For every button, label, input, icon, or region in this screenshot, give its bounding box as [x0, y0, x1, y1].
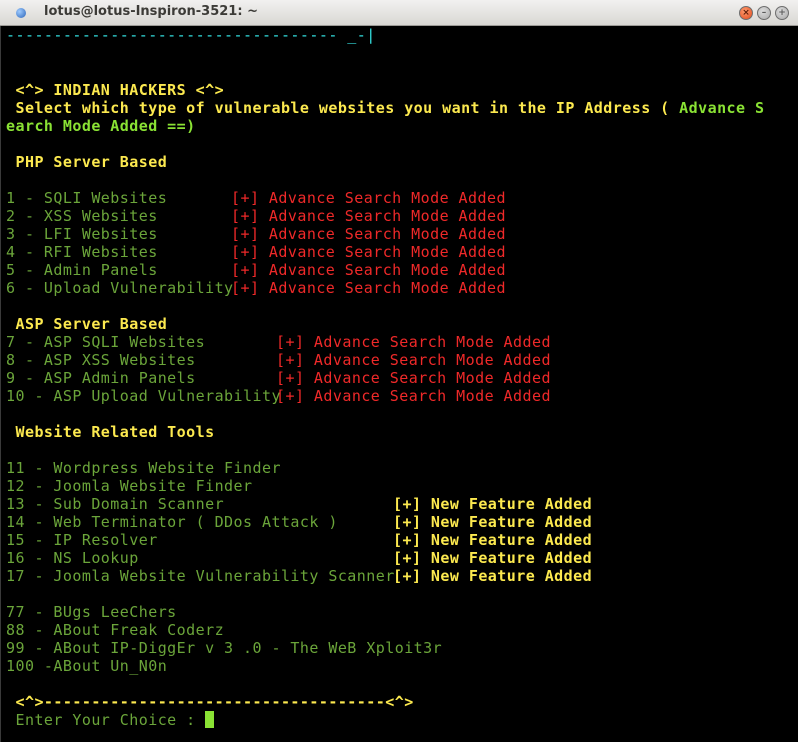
php-section-header: PHP Server Based	[6, 153, 168, 171]
menu-item-4: 4 - RFI Websites	[6, 243, 158, 261]
menu-item-9: 9 - ASP Admin Panels	[6, 369, 196, 387]
menu-item-88: 88 - ABout Freak Coderz	[6, 621, 225, 639]
terminal-app-icon	[16, 8, 26, 18]
menu-item-15: 15 - IP Resolver	[6, 531, 158, 549]
feature-tag: [+] New Feature Added	[393, 495, 593, 513]
feature-tag: [+] New Feature Added	[393, 531, 593, 549]
prompt-text: Select which type of vulnerable websites…	[6, 99, 680, 117]
prompt-line-2: earch Mode Added ==)	[6, 117, 196, 135]
feature-tag: [+] New Feature Added	[393, 567, 593, 585]
title-bar[interactable]: lotus@lotus-Inspiron-3521: ~ × – +	[0, 0, 798, 26]
menu-item-11: 11 - Wordpress Website Finder	[6, 459, 281, 477]
advance-tag: [+] Advance Search Mode Added	[231, 243, 506, 261]
menu-item-2: 2 - XSS Websites	[6, 207, 158, 225]
menu-item-99: 99 - ABout IP-DiggEr v 3 .0 - The WeB Xp…	[6, 639, 443, 657]
menu-item-8: 8 - ASP XSS Websites	[6, 351, 196, 369]
minimize-icon[interactable]: –	[757, 6, 771, 20]
asp-section-header: ASP Server Based	[6, 315, 168, 333]
tools-section-header: Website Related Tools	[6, 423, 215, 441]
window-title: lotus@lotus-Inspiron-3521: ~	[44, 4, 258, 19]
menu-item-100: 100 -ABout Un_N0n	[6, 657, 168, 675]
text-cursor[interactable]	[205, 711, 215, 728]
menu-item-1: 1 - SQLI Websites	[6, 189, 168, 207]
menu-item-77: 77 - BUgs LeeChers	[6, 603, 177, 621]
bottom-rule: <^>------------------------------------<…	[6, 693, 414, 711]
prompt-line-1: Select which type of vulnerable websites…	[6, 99, 764, 117]
menu-item-7: 7 - ASP SQLI Websites	[6, 333, 206, 351]
choice-prompt-line[interactable]: Enter Your Choice :	[6, 711, 215, 729]
maximize-icon[interactable]: +	[775, 6, 789, 20]
menu-item-13: 13 - Sub Domain Scanner	[6, 495, 225, 513]
advance-tag: [+] Advance Search Mode Added	[231, 225, 506, 243]
banner-title: <^> INDIAN HACKERS <^>	[6, 81, 225, 99]
advance-tag: [+] Advance Search Mode Added	[231, 279, 506, 297]
prompt-mode-text: Advance S	[679, 99, 765, 117]
menu-item-14: 14 - Web Terminator ( DDos Attack )	[6, 513, 338, 531]
advance-tag: [+] Advance Search Mode Added	[231, 261, 506, 279]
advance-tag: [+] Advance Search Mode Added	[276, 369, 551, 387]
top-rule: ----------------------------------- _-|	[6, 26, 376, 44]
menu-item-3: 3 - LFI Websites	[6, 225, 158, 243]
close-icon[interactable]: ×	[739, 6, 753, 20]
terminal-window: lotus@lotus-Inspiron-3521: ~ × – + -----…	[0, 0, 798, 742]
advance-tag: [+] Advance Search Mode Added	[276, 333, 551, 351]
menu-item-12: 12 - Joomla Website Finder	[6, 477, 253, 495]
menu-item-6: 6 - Upload Vulnerability	[6, 279, 234, 297]
advance-tag: [+] Advance Search Mode Added	[276, 387, 551, 405]
advance-tag: [+] Advance Search Mode Added	[231, 207, 506, 225]
advance-tag: [+] Advance Search Mode Added	[276, 351, 551, 369]
menu-item-5: 5 - Admin Panels	[6, 261, 158, 279]
advance-tag: [+] Advance Search Mode Added	[231, 189, 506, 207]
feature-tag: [+] New Feature Added	[393, 549, 593, 567]
feature-tag: [+] New Feature Added	[393, 513, 593, 531]
menu-item-10: 10 - ASP Upload Vulnerability	[6, 387, 281, 405]
menu-item-16: 16 - NS Lookup	[6, 549, 139, 567]
choice-prompt: Enter Your Choice :	[6, 711, 206, 729]
terminal-output[interactable]: ----------------------------------- _-| …	[0, 26, 798, 742]
menu-item-17: 17 - Joomla Website Vulnerability Scanne…	[6, 567, 395, 585]
